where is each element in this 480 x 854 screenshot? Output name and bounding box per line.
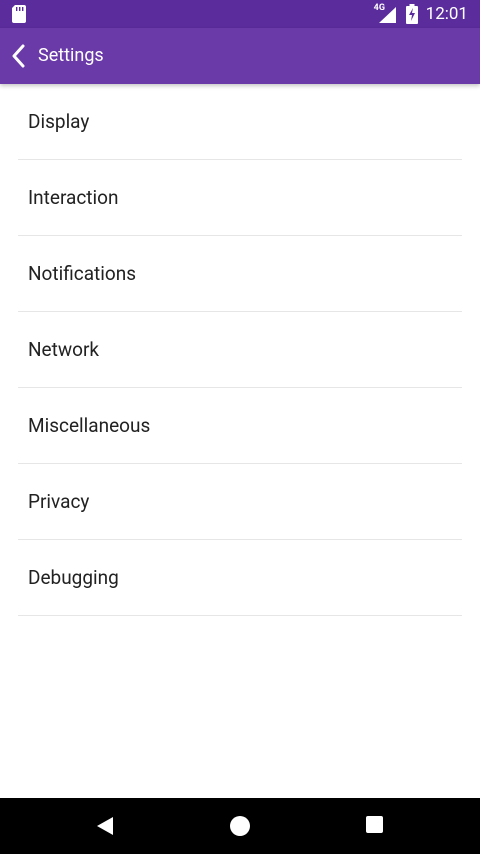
- settings-item-label: Miscellaneous: [28, 414, 151, 437]
- sd-card-icon: [12, 5, 26, 23]
- settings-item-label: Privacy: [28, 490, 90, 513]
- settings-list: Display Interaction Notifications Networ…: [0, 84, 480, 616]
- settings-item-label: Notifications: [28, 262, 137, 285]
- settings-item-label: Network: [28, 338, 100, 361]
- network-indicator: 4G: [374, 4, 398, 24]
- settings-item-miscellaneous[interactable]: Miscellaneous: [18, 388, 462, 464]
- settings-item-label: Display: [28, 110, 90, 133]
- back-button[interactable]: [8, 42, 30, 70]
- settings-item-network[interactable]: Network: [18, 312, 462, 388]
- signal-icon: [378, 7, 396, 23]
- page-title: Settings: [38, 45, 104, 66]
- status-icons: 4G 12:01: [374, 0, 468, 28]
- square-recents-icon[interactable]: [366, 816, 383, 833]
- status-bar: 4G 12:01: [0, 0, 480, 28]
- navigation-bar: [0, 798, 480, 854]
- triangle-back-icon[interactable]: [95, 816, 115, 836]
- chevron-left-icon: [12, 44, 25, 68]
- settings-item-label: Interaction: [28, 186, 119, 209]
- circle-home-icon[interactable]: [230, 816, 250, 836]
- battery-charging-icon: [405, 4, 418, 24]
- settings-item-interaction[interactable]: Interaction: [18, 160, 462, 236]
- clock-time: 12:01: [425, 4, 468, 24]
- settings-item-label: Debugging: [28, 566, 119, 589]
- settings-item-notifications[interactable]: Notifications: [18, 236, 462, 312]
- app-bar: Settings: [0, 28, 480, 84]
- settings-item-debugging[interactable]: Debugging: [18, 540, 462, 616]
- settings-item-display[interactable]: Display: [18, 84, 462, 160]
- settings-item-privacy[interactable]: Privacy: [18, 464, 462, 540]
